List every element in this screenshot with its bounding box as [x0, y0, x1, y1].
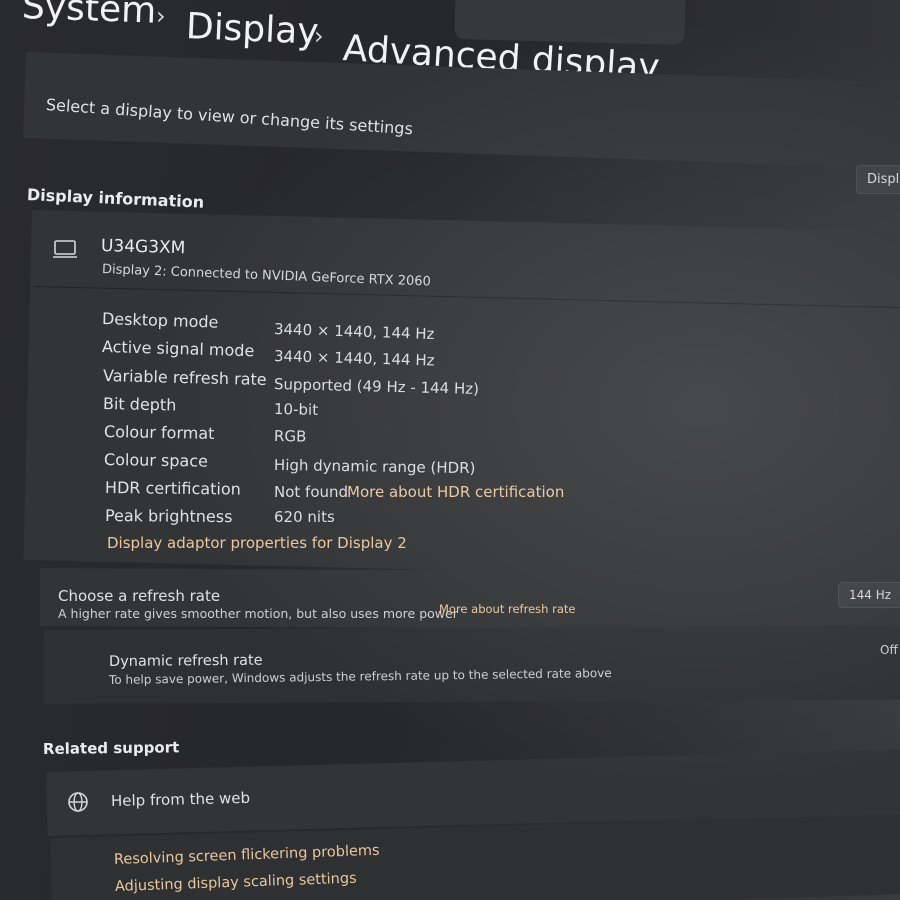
breadcrumb-separator: ›: [156, 2, 166, 30]
info-value-hdr-cert: Not found: [274, 483, 349, 501]
display-adapter-properties-link[interactable]: Display adaptor properties for Display 2: [107, 534, 407, 552]
info-value-colour-space: High dynamic range (HDR): [273, 456, 476, 478]
info-label-desktop-mode: Desktop mode: [101, 309, 219, 332]
breadcrumb-separator: ›: [314, 22, 324, 50]
dynamic-refresh-state[interactable]: Off: [880, 643, 898, 657]
info-label-vrr: Variable refresh rate: [102, 366, 267, 389]
info-value-peak-brightness: 620 nits: [274, 508, 335, 526]
breadcrumb-system[interactable]: System: [21, 0, 157, 32]
monitor-name: U34G3XM: [100, 236, 186, 259]
breadcrumb-display[interactable]: Display: [185, 6, 319, 53]
refresh-rate-dropdown[interactable]: 144 Hz: [838, 582, 900, 608]
refresh-rate-link[interactable]: More about refresh rate: [439, 602, 575, 616]
display-information-heading: Display information: [26, 185, 205, 212]
settings-window: System › Display › Advanced display Sele…: [0, 0, 900, 900]
info-value-colour-format: RGB: [273, 427, 307, 446]
hdr-certification-link[interactable]: More about HDR certification: [347, 483, 564, 501]
info-label-colour-format: Colour format: [103, 422, 215, 443]
display-select-button[interactable]: Display: [856, 165, 900, 194]
info-label-colour-space: Colour space: [103, 450, 209, 471]
dynamic-refresh-title: Dynamic refresh rate: [108, 652, 263, 670]
globe-icon: [66, 790, 90, 818]
laptop-icon: [52, 238, 78, 264]
help-from-web-title: Help from the web: [110, 788, 251, 810]
info-label-hdr-cert: HDR certification: [104, 478, 241, 499]
info-label-peak-brightness: Peak brightness: [104, 506, 233, 527]
refresh-rate-title: Choose a refresh rate: [58, 587, 221, 605]
settings-content: System › Display › Advanced display Sele…: [0, 0, 900, 900]
refresh-rate-description: A higher rate gives smoother motion, but…: [58, 606, 458, 621]
related-support-heading: Related support: [42, 738, 180, 758]
info-value-bit-depth: 10-bit: [273, 400, 319, 419]
info-label-bit-depth: Bit depth: [102, 394, 177, 415]
